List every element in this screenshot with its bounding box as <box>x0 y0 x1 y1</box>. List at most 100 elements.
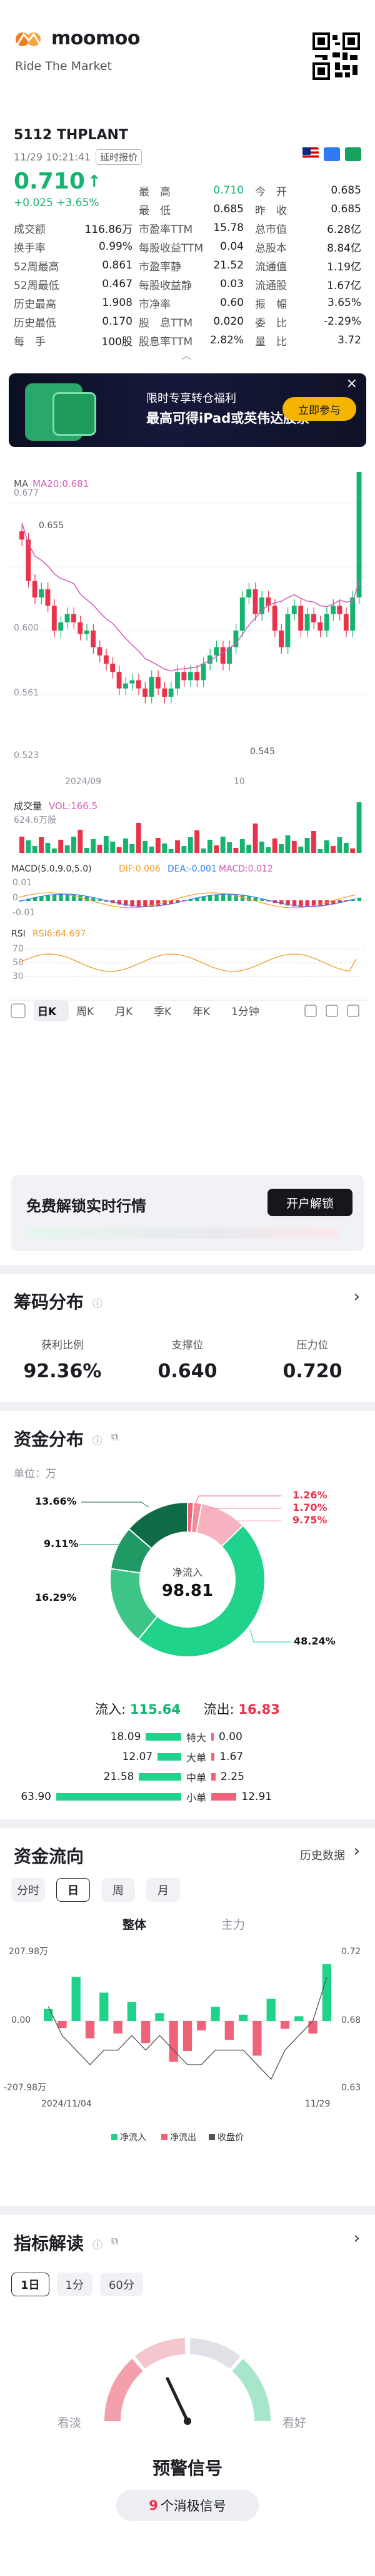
subtab-overall[interactable]: 整体 <box>122 1915 146 1932</box>
level2-blur-placeholder <box>26 1227 339 1239</box>
subtab-main[interactable]: 主力 <box>221 1915 245 1932</box>
capital-title: 资金分布 <box>14 1429 84 1450</box>
stat-value: 0.170 <box>102 315 132 328</box>
volume-bar <box>91 839 96 853</box>
capital-in-value: 12.07 <box>122 1751 153 1763</box>
malaysia-flag-icon <box>302 147 319 161</box>
chevron-right-icon[interactable]: › <box>354 2229 360 2248</box>
macd-tick: 0 <box>12 893 18 903</box>
chevron-right-icon[interactable]: › <box>354 1287 360 1306</box>
flow-bar <box>113 2021 122 2034</box>
vol-title: 成交量 <box>14 800 42 812</box>
capital-row: 18.09 特大 0.00 <box>0 1727 375 1747</box>
volume-bar <box>19 837 24 853</box>
rotate-icon[interactable] <box>326 1005 338 1017</box>
share-icon[interactable]: ⧉ <box>111 1431 118 1443</box>
high-label: 0.655 <box>39 521 64 531</box>
stat-label: 昨 收 <box>255 204 287 217</box>
volume-bar <box>214 845 219 853</box>
flow-tab[interactable]: 分时 <box>11 1878 45 1902</box>
stat-value: 1.908 <box>102 297 132 309</box>
indicator-tab[interactable]: 1分 <box>56 2273 92 2296</box>
capital-row-label: 大单 <box>186 1752 206 1764</box>
expand-chevron-icon[interactable]: ︿ <box>181 347 191 362</box>
stat-value: 0.03 <box>220 278 244 290</box>
negative-signal-pill[interactable]: 9 个消极信号 <box>116 2490 259 2521</box>
info-icon[interactable]: ⓘ <box>92 2236 102 2251</box>
period-tab[interactable]: 月K <box>115 1006 133 1018</box>
candle <box>32 581 38 598</box>
stat-label: 52周最高 <box>14 260 59 273</box>
flow-tab[interactable]: 月 <box>146 1878 180 1902</box>
share-icon[interactable]: ⧉ <box>111 2235 118 2248</box>
promo-join-button[interactable]: 立即参与 <box>282 397 356 421</box>
brand-name: moomoo <box>51 27 140 49</box>
volume-bar <box>298 847 304 853</box>
stat-label: 振 幅 <box>255 298 287 311</box>
settings-icon[interactable] <box>304 1005 317 1017</box>
grid-icon[interactable] <box>347 1005 359 1017</box>
macd-bar <box>59 894 63 901</box>
candle <box>194 672 200 681</box>
chip-title: 筹码分布 <box>14 1292 84 1312</box>
macd-value: MACD:0.012 <box>219 864 273 874</box>
info-icon[interactable]: ⓘ <box>92 1432 102 1447</box>
volume-bar <box>220 837 226 853</box>
signal-count-text: 个消极信号 <box>160 2499 226 2514</box>
volume-bar <box>149 847 154 853</box>
period-tab[interactable]: 季K <box>154 1006 172 1018</box>
donut-pct-label: 1.26% <box>292 1489 328 1501</box>
flow-tab[interactable]: 日 <box>56 1878 90 1902</box>
candle <box>220 647 226 664</box>
period-tab[interactable]: 周K <box>76 1006 94 1018</box>
candle <box>71 614 76 622</box>
period-tab[interactable]: 1分钟 <box>231 1006 259 1018</box>
quote-stat-row: 每股收益静 0.03 <box>139 275 244 293</box>
donut-center-label: 净流入 <box>172 1566 202 1578</box>
x-tick-label: 10 <box>234 777 245 787</box>
flow-bar <box>182 2021 192 2051</box>
stat-label: 总股本 <box>255 242 287 255</box>
history-data-link[interactable]: 历史数据 <box>300 1847 345 1863</box>
y-right-tick: 0.63 <box>341 2083 361 2093</box>
candle <box>84 631 89 634</box>
sentiment-gauge <box>104 2338 271 2425</box>
ma20-line <box>21 523 360 672</box>
candle <box>337 606 342 614</box>
quote-stat-row: 历史最低 0.170 <box>14 312 132 331</box>
period-tab[interactable]: 日K <box>38 1006 57 1018</box>
calendar-icon[interactable] <box>11 1003 26 1018</box>
macd-bar <box>91 898 96 901</box>
stat-label: 成交额 <box>14 223 46 236</box>
stat-label: 换手率 <box>14 242 46 255</box>
indicator-tab[interactable]: 1日 <box>11 2273 49 2296</box>
y-tick-label: 0.561 <box>14 688 39 698</box>
brand-logo[interactable]: moomoo <box>15 27 360 49</box>
volume-bar <box>252 823 258 853</box>
info-icon[interactable]: ⓘ <box>92 1295 102 1310</box>
promo-banner[interactable]: 限时专享转仓福利 最高可得iPad或英伟达股票 立即参与 × <box>9 373 366 447</box>
quote-stat-row: 成交额 116.86万 <box>14 219 132 237</box>
period-tab[interactable]: 年K <box>192 1006 211 1018</box>
chevron-right-icon[interactable]: › <box>354 1842 360 1861</box>
stat-label: 每股收益TTM <box>139 242 204 255</box>
indicator-tab[interactable]: 60分 <box>99 2273 143 2296</box>
candle <box>285 614 291 647</box>
candle <box>188 672 193 681</box>
kline-svg[interactable]: MA MA20:0.6810.6770.6000.5610.5230.6550.5… <box>0 441 375 1171</box>
volume-bar <box>194 830 200 853</box>
last-price-value: 0.710 <box>14 169 85 194</box>
capital-flow-section: 资金流向 历史数据 › 分时日周月 整体 主力 207.98万 0.00 -207.… <box>0 1828 375 2206</box>
stat-label: 历史最低 <box>14 317 56 330</box>
close-icon[interactable]: × <box>346 376 358 391</box>
volume-bar <box>136 823 141 853</box>
candle <box>116 672 122 689</box>
capital-in-value: 63.90 <box>21 1791 51 1803</box>
quote-stat-row: 市盈率TTM 15.78 <box>139 219 244 237</box>
open-account-button[interactable]: 开户解锁 <box>268 1189 352 1216</box>
quote-stat-row: 每股收益TTM 0.04 <box>139 237 244 256</box>
volume-bar <box>103 836 109 853</box>
flow-tab[interactable]: 周 <box>101 1878 135 1902</box>
y-tick-label: 0.677 <box>14 488 39 498</box>
stat-label: 52周最低 <box>14 279 59 292</box>
